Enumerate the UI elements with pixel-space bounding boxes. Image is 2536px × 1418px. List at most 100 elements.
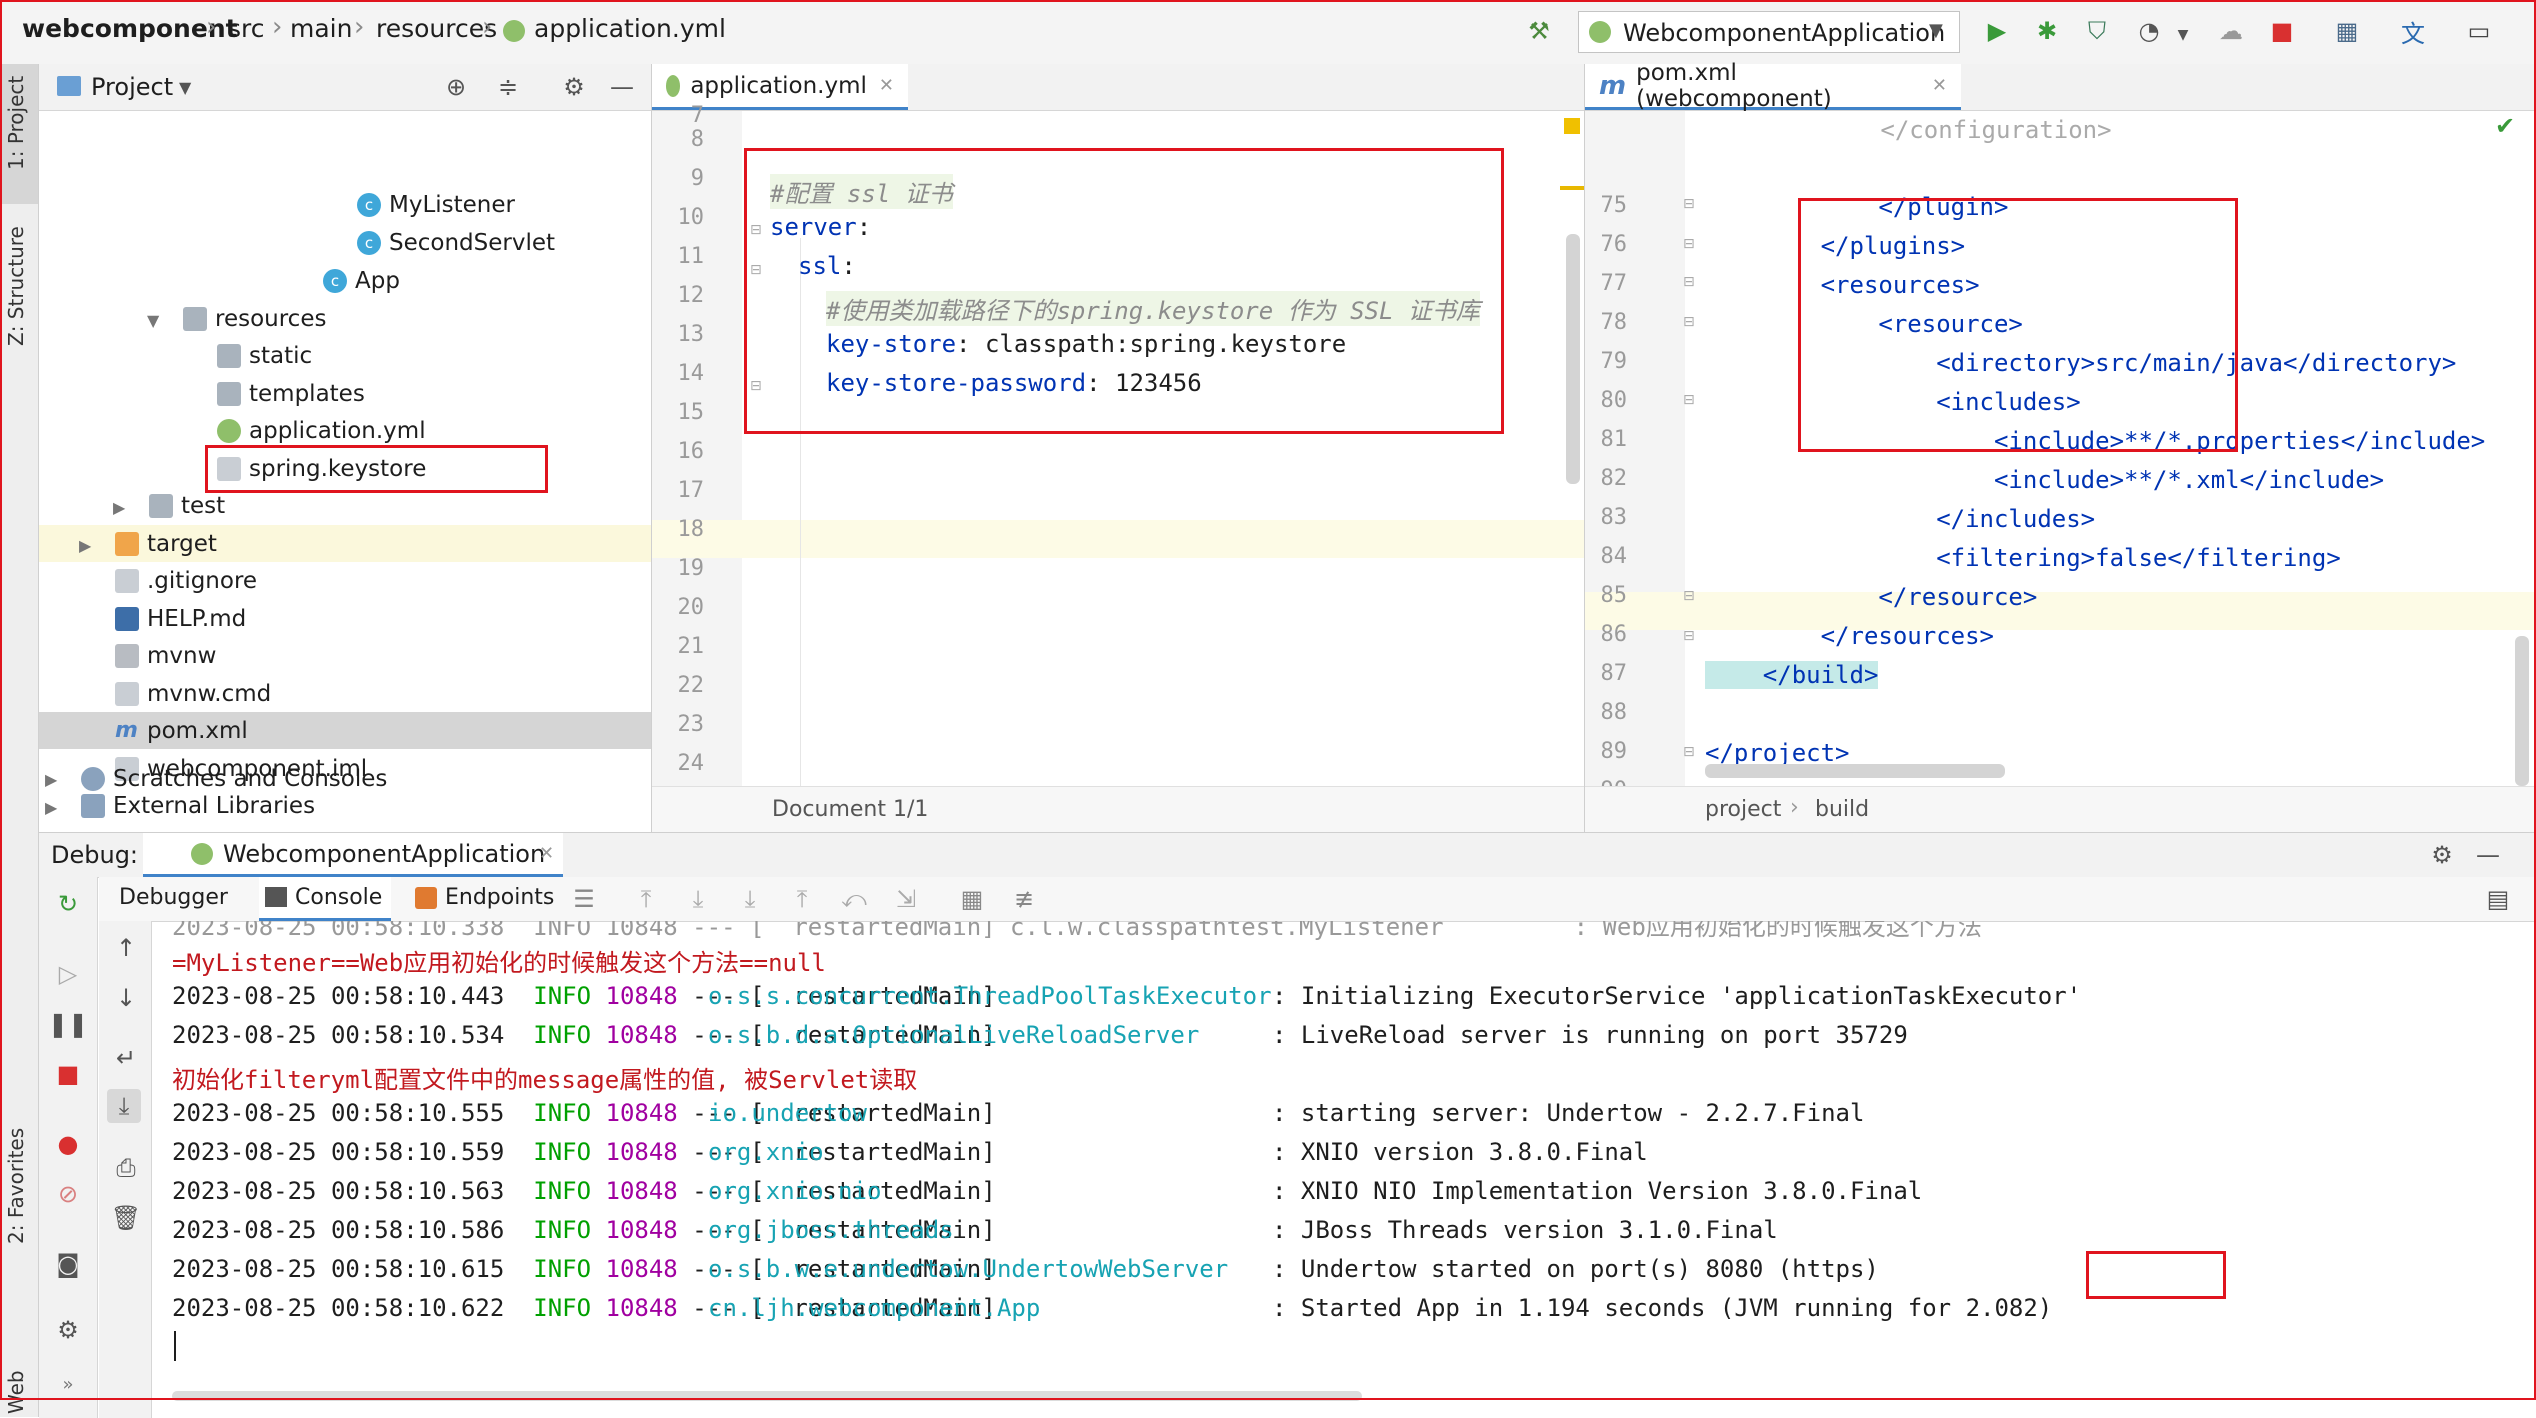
- fold-icon[interactable]: ⊟: [1683, 196, 1695, 212]
- close-icon[interactable]: ✕: [1932, 75, 1947, 96]
- code-line[interactable]: key-store: classpath:spring.keystore: [826, 330, 1346, 358]
- evaluate-icon[interactable]: ▦: [955, 882, 989, 916]
- fold-icon[interactable]: ⊟: [1683, 392, 1695, 408]
- run-icon[interactable]: ▶: [1980, 14, 2014, 48]
- tab-endpoints[interactable]: Endpoints: [445, 885, 554, 910]
- profile-icon[interactable]: ◔: [2132, 14, 2166, 48]
- log-logger[interactable]: o.s.b.d.a.OptionalLiveReloadServer: [708, 1021, 1199, 1049]
- fold-icon[interactable]: ⊟: [1683, 744, 1695, 760]
- tree-item-mvnw-cmd[interactable]: mvnw.cmd: [115, 675, 271, 712]
- soft-wrap-icon[interactable]: ↵: [109, 1041, 143, 1075]
- error-stripe-marker[interactable]: [1560, 186, 1584, 190]
- rerun-icon[interactable]: ↻: [51, 887, 85, 921]
- close-icon[interactable]: ✕: [539, 843, 554, 864]
- fold-icon[interactable]: ⊟: [1683, 588, 1695, 604]
- tree-item-app[interactable]: c App: [323, 262, 400, 299]
- expand-arrow-icon[interactable]: ▼: [147, 311, 159, 330]
- horizontal-scrollbar[interactable]: [1705, 764, 2005, 778]
- code-line[interactable]: server:: [770, 213, 871, 241]
- tree-item-resources[interactable]: resources: [183, 300, 326, 337]
- chevron-down-icon[interactable]: ▼: [179, 78, 191, 97]
- tree-item-scratches[interactable]: Scratches and Consoles: [81, 760, 387, 797]
- tool-tab-project[interactable]: 1: Project: [4, 76, 28, 170]
- expand-arrow-icon[interactable]: ▶: [45, 770, 57, 789]
- breadcrumb-build[interactable]: build: [1815, 797, 1869, 822]
- fold-icon[interactable]: ⊟: [1683, 274, 1695, 290]
- vertical-scrollbar[interactable]: [1566, 234, 1580, 484]
- tree-item-spring-keystore[interactable]: spring.keystore: [217, 450, 426, 487]
- code-line[interactable]: </project>: [1705, 739, 1850, 767]
- fold-icon[interactable]: ⊟: [1683, 628, 1695, 644]
- collapse-all-icon[interactable]: ≑: [491, 70, 525, 104]
- coverage-shield-icon[interactable]: ⛉: [2080, 14, 2114, 48]
- tool-tab-favorites[interactable]: 2: Favorites: [4, 1128, 28, 1244]
- code-comment[interactable]: #使用类加载路径下的spring.keystore 作为 SSL 证书库: [826, 291, 1480, 326]
- code-line[interactable]: </plugin>: [1705, 193, 2008, 221]
- tool-tab-structure[interactable]: Z: Structure: [4, 226, 28, 346]
- debug-session-tab[interactable]: WebcomponentApplication ✕: [143, 833, 563, 877]
- run-configuration-select[interactable]: WebcomponentApplication ▼: [1578, 11, 1960, 53]
- expand-arrow-icon[interactable]: ▶: [79, 536, 91, 555]
- drop-frame-icon[interactable]: ⤺: [837, 882, 871, 916]
- tree-item-templates[interactable]: templates: [217, 375, 365, 412]
- tree-item-pom-xml[interactable]: m pom.xml: [115, 712, 248, 749]
- code-line[interactable]: <include>**/*.xml</include>: [1705, 466, 2384, 494]
- code-line[interactable]: <resource>: [1705, 310, 2023, 338]
- warning-marker[interactable]: [1564, 118, 1580, 134]
- fold-icon[interactable]: ⊟: [750, 222, 762, 238]
- tree-item-secondservlet[interactable]: c SecondServlet: [357, 224, 555, 261]
- code-line[interactable]: <includes>: [1705, 388, 2081, 416]
- tree-item-target[interactable]: target: [115, 525, 217, 562]
- breadcrumb-src[interactable]: src: [228, 14, 265, 43]
- terminal-icon[interactable]: ▭: [2462, 14, 2496, 48]
- console-output[interactable]: 2023-08-25 00:58:10.338 INFO 10848 --- […: [152, 921, 2536, 1418]
- fold-icon[interactable]: ⊟: [1683, 236, 1695, 252]
- expand-arrow-icon[interactable]: ▶: [113, 498, 125, 517]
- translate-icon[interactable]: 文: [2396, 14, 2430, 48]
- code-line[interactable]: key-store-password: 123456: [826, 369, 1202, 397]
- log-logger[interactable]: org.jboss.threads: [708, 1216, 954, 1244]
- stop-icon[interactable]: ■: [2265, 14, 2299, 48]
- tree-item-help-md[interactable]: HELP.md: [115, 600, 246, 637]
- code-line[interactable]: </build>: [1705, 661, 1879, 689]
- close-icon[interactable]: ✕: [879, 75, 894, 96]
- hide-icon[interactable]: —: [605, 70, 639, 104]
- log-logger[interactable]: cn.ljh.webcomponent.App: [708, 1294, 1040, 1322]
- log-logger[interactable]: org.xnio: [708, 1138, 824, 1166]
- fold-icon[interactable]: ⊟: [750, 378, 762, 394]
- layout-icon[interactable]: ▤: [2481, 882, 2515, 916]
- up-arrow-icon[interactable]: ↑: [109, 931, 143, 965]
- step-out-icon[interactable]: ⤒: [785, 882, 819, 916]
- debug-bug-icon[interactable]: ✱: [2030, 14, 2064, 48]
- tree-item-mylistener[interactable]: c MyListener: [357, 186, 515, 223]
- locate-icon[interactable]: ⊕: [439, 70, 473, 104]
- fold-icon[interactable]: ⊟: [1683, 314, 1695, 330]
- log-logger[interactable]: io.undertow: [708, 1099, 867, 1127]
- code-comment[interactable]: #配置 ssl 证书: [770, 174, 953, 209]
- run-to-cursor-icon[interactable]: ⇲: [889, 882, 923, 916]
- trace-icon[interactable]: ≢: [1007, 882, 1041, 916]
- log-logger[interactable]: org.xnio.nio: [708, 1177, 881, 1205]
- code-line[interactable]: <include>**/*.properties</include>: [1705, 427, 2485, 455]
- code-line[interactable]: <directory>src/main/java</directory>: [1705, 349, 2456, 377]
- tree-item-gitignore[interactable]: .gitignore: [115, 562, 257, 599]
- more-icon[interactable]: »: [51, 1367, 85, 1401]
- vertical-scrollbar[interactable]: [2515, 636, 2529, 786]
- chevron-down-icon[interactable]: ▼: [2166, 18, 2200, 52]
- code-line[interactable]: </includes>: [1705, 505, 2095, 533]
- code-line[interactable]: ssl:: [798, 252, 856, 280]
- tool-tab-web[interactable]: Web: [4, 1370, 28, 1414]
- tree-item-static[interactable]: static: [217, 337, 312, 374]
- menu-icon[interactable]: ☰: [567, 882, 601, 916]
- step-into-icon[interactable]: ⤓: [733, 882, 767, 916]
- log-logger[interactable]: o.s.b.w.e.undertow.UndertowWebServer: [708, 1255, 1228, 1283]
- horizontal-scrollbar[interactable]: [172, 1391, 1362, 1401]
- gear-icon[interactable]: ⚙: [557, 70, 591, 104]
- code-line[interactable]: </resource>: [1705, 583, 2037, 611]
- tree-item-mvnw[interactable]: mvnw: [115, 637, 216, 674]
- tab-debugger[interactable]: Debugger: [119, 885, 228, 910]
- resume-icon[interactable]: ▷: [51, 957, 85, 991]
- stop-icon[interactable]: ■: [51, 1057, 85, 1091]
- tab-console[interactable]: Console: [259, 877, 391, 921]
- project-structure-icon[interactable]: ▦: [2330, 14, 2364, 48]
